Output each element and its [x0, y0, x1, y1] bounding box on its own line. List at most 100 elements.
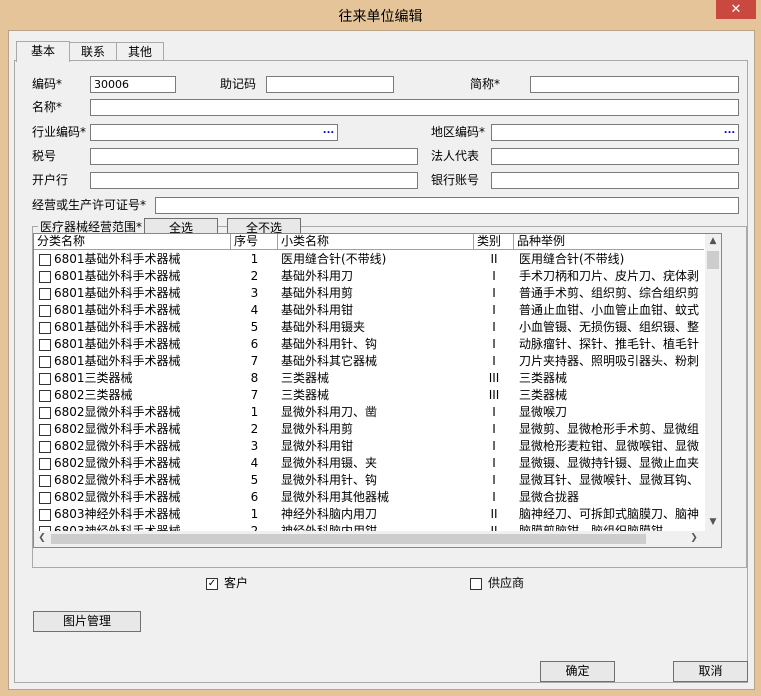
row-checkbox[interactable] — [39, 288, 51, 300]
account-field[interactable] — [491, 172, 739, 189]
scroll-up-icon[interactable]: ▲ — [705, 236, 721, 246]
row-checkbox[interactable] — [39, 271, 51, 283]
cell-category: 6802显微外科手术器械 — [54, 439, 181, 453]
short-name-field[interactable] — [530, 76, 739, 93]
cell-subclass: 基础外科用刀 — [281, 269, 354, 283]
cell-seq: 1 — [250, 252, 259, 266]
legal-rep-field[interactable] — [491, 148, 739, 165]
cell-subclass: 显微外科用镊、夹 — [281, 456, 378, 470]
cancel-button[interactable]: 取消 — [673, 661, 748, 682]
tax-field[interactable] — [90, 148, 418, 165]
code-label: 编码* — [32, 77, 63, 91]
title-bar: 往来单位编辑 ✕ — [0, 0, 761, 30]
table-row[interactable]: 6801基础外科手术器械 1 医用缝合针(不带线) II 医用缝合针(不带线) — [34, 251, 704, 268]
tab-basic[interactable]: 基本 — [16, 41, 70, 62]
region-picker-icon[interactable]: ... — [723, 126, 736, 139]
col-subclass[interactable]: 小类名称 — [278, 234, 474, 249]
row-checkbox[interactable] — [39, 407, 51, 419]
row-checkbox[interactable] — [39, 356, 51, 368]
table-row[interactable]: 6801基础外科手术器械 6 基础外科用针、钩 I 动脉瘤针、探针、推毛针、植毛针 — [34, 336, 704, 353]
name-field[interactable] — [90, 99, 739, 116]
cell-subclass: 显微外科用针、钩 — [281, 473, 378, 487]
window-title: 往来单位编辑 — [338, 9, 423, 25]
cell-category: 6801三类器械 — [54, 371, 133, 385]
cell-category: 6802显微外科手术器械 — [54, 405, 181, 419]
row-checkbox[interactable] — [39, 390, 51, 402]
row-checkbox[interactable] — [39, 424, 51, 436]
supplier-checkbox[interactable] — [470, 578, 482, 590]
row-checkbox[interactable] — [39, 322, 51, 334]
close-button[interactable]: ✕ — [716, 0, 756, 19]
cell-seq: 4 — [250, 456, 259, 470]
table-row[interactable]: 6801基础外科手术器械 5 基础外科用镊夹 I 小血管镊、无损伤镊、组织镊、整 — [34, 319, 704, 336]
customer-checkbox[interactable]: ✓ — [206, 578, 218, 590]
mnemonic-field[interactable] — [266, 76, 394, 93]
table-row[interactable]: 6802显微外科手术器械 4 显微外科用镊、夹 I 显微镊、显微持针镊、显微止血夹 — [34, 455, 704, 472]
cell-seq: 7 — [250, 388, 259, 402]
cell-examples: 三类器械 — [519, 388, 568, 402]
cell-category: 6801基础外科手术器械 — [54, 354, 181, 368]
row-checkbox[interactable] — [39, 441, 51, 453]
scroll-left-icon[interactable]: ❮ — [34, 533, 50, 543]
table-row[interactable]: 6801基础外科手术器械 2 基础外科用刀 I 手术刀柄和刀片、皮片刀、疣体剥 — [34, 268, 704, 285]
row-checkbox[interactable] — [39, 373, 51, 385]
cell-examples: 显微耳针、显微喉针、显微耳钩、 — [519, 473, 700, 487]
cell-class: I — [492, 303, 496, 317]
table-row[interactable]: 6801基础外科手术器械 7 基础外科其它器械 I 刀片夹持器、照明吸引器头、粉刺 — [34, 353, 704, 370]
vertical-scrollbar[interactable]: ▲ ▼ — [705, 234, 721, 531]
scroll-right-icon[interactable]: ❯ — [686, 533, 702, 543]
bank-label: 开户行 — [32, 173, 69, 187]
ok-button[interactable]: 确定 — [540, 661, 615, 682]
code-field[interactable]: 30006 — [90, 76, 176, 93]
cell-category: 6801基础外科手术器械 — [54, 286, 181, 300]
horizontal-scroll-thumb[interactable] — [51, 534, 646, 544]
table-row[interactable]: 6801基础外科手术器械 4 基础外科用钳 I 普通止血钳、小血管止血钳、蚊式 — [34, 302, 704, 319]
region-field[interactable] — [491, 124, 739, 141]
table-row[interactable]: 6802三类器械 7 三类器械 III 三类器械 — [34, 387, 704, 404]
image-manage-button[interactable]: 图片管理 — [33, 611, 141, 632]
vertical-scroll-thumb[interactable] — [707, 251, 719, 269]
cell-examples: 动脉瘤针、探针、推毛针、植毛针 — [519, 337, 700, 351]
col-class[interactable]: 类别 — [474, 234, 514, 249]
table-row[interactable]: 6802显微外科手术器械 1 显微外科用刀、凿 I 显微喉刀 — [34, 404, 704, 421]
row-checkbox[interactable] — [39, 305, 51, 317]
row-checkbox[interactable] — [39, 254, 51, 266]
industry-picker-icon[interactable]: ... — [322, 126, 335, 139]
cell-examples: 刀片夹持器、照明吸引器头、粉刺 — [519, 354, 700, 368]
cell-seq: 1 — [250, 507, 259, 521]
row-checkbox[interactable] — [39, 339, 51, 351]
tab-other[interactable]: 其他 — [116, 42, 164, 61]
cell-category: 6801基础外科手术器械 — [54, 252, 181, 266]
cell-category: 6801基础外科手术器械 — [54, 269, 181, 283]
bank-field[interactable] — [90, 172, 418, 189]
table-row[interactable]: 6801基础外科手术器械 3 基础外科用剪 I 普通手术剪、组织剪、综合组织剪 — [34, 285, 704, 302]
industry-field[interactable] — [90, 124, 338, 141]
table-row[interactable]: 6802显微外科手术器械 3 显微外科用钳 I 显微枪形麦粒钳、显微喉钳、显微 — [34, 438, 704, 455]
col-category[interactable]: 分类名称 — [34, 234, 231, 249]
col-examples[interactable]: 品种举例 — [514, 234, 704, 249]
row-checkbox[interactable] — [39, 509, 51, 521]
row-checkbox[interactable] — [39, 458, 51, 470]
table-row[interactable]: 6802显微外科手术器械 5 显微外科用针、钩 I 显微耳针、显微喉针、显微耳钩、 — [34, 472, 704, 489]
row-checkbox[interactable] — [39, 475, 51, 487]
horizontal-scrollbar[interactable]: ❮ ❯ — [34, 531, 721, 547]
row-checkbox[interactable] — [39, 492, 51, 504]
account-label: 银行账号 — [431, 173, 480, 187]
cell-examples: 普通止血钳、小血管止血钳、蚊式 — [519, 303, 700, 317]
table-row[interactable]: 6803神经外科手术器械 1 神经外科脑内用刀 II 脑神经刀、可拆卸式脑膜刀、脑神 — [34, 506, 704, 523]
table-row[interactable]: 6802显微外科手术器械 6 显微外科用其他器械 I 显微合拢器 — [34, 489, 704, 506]
cell-class: I — [492, 422, 496, 436]
cell-class: I — [492, 439, 496, 453]
cell-category: 6802显微外科手术器械 — [54, 490, 181, 504]
license-field[interactable] — [155, 197, 739, 214]
table-row[interactable]: 6801三类器械 8 三类器械 III 三类器械 — [34, 370, 704, 387]
cell-seq: 5 — [250, 473, 259, 487]
tab-contact[interactable]: 联系 — [69, 42, 117, 61]
col-seq[interactable]: 序号 — [231, 234, 278, 249]
scroll-down-icon[interactable]: ▼ — [705, 517, 721, 527]
cell-category: 6801基础外科手术器械 — [54, 320, 181, 334]
cell-examples: 三类器械 — [519, 371, 568, 385]
cell-category: 6803神经外科手术器械 — [54, 507, 181, 521]
table-row[interactable]: 6802显微外科手术器械 2 显微外科用剪 I 显微剪、显微枪形手术剪、显微组 — [34, 421, 704, 438]
cell-class: I — [492, 320, 496, 334]
